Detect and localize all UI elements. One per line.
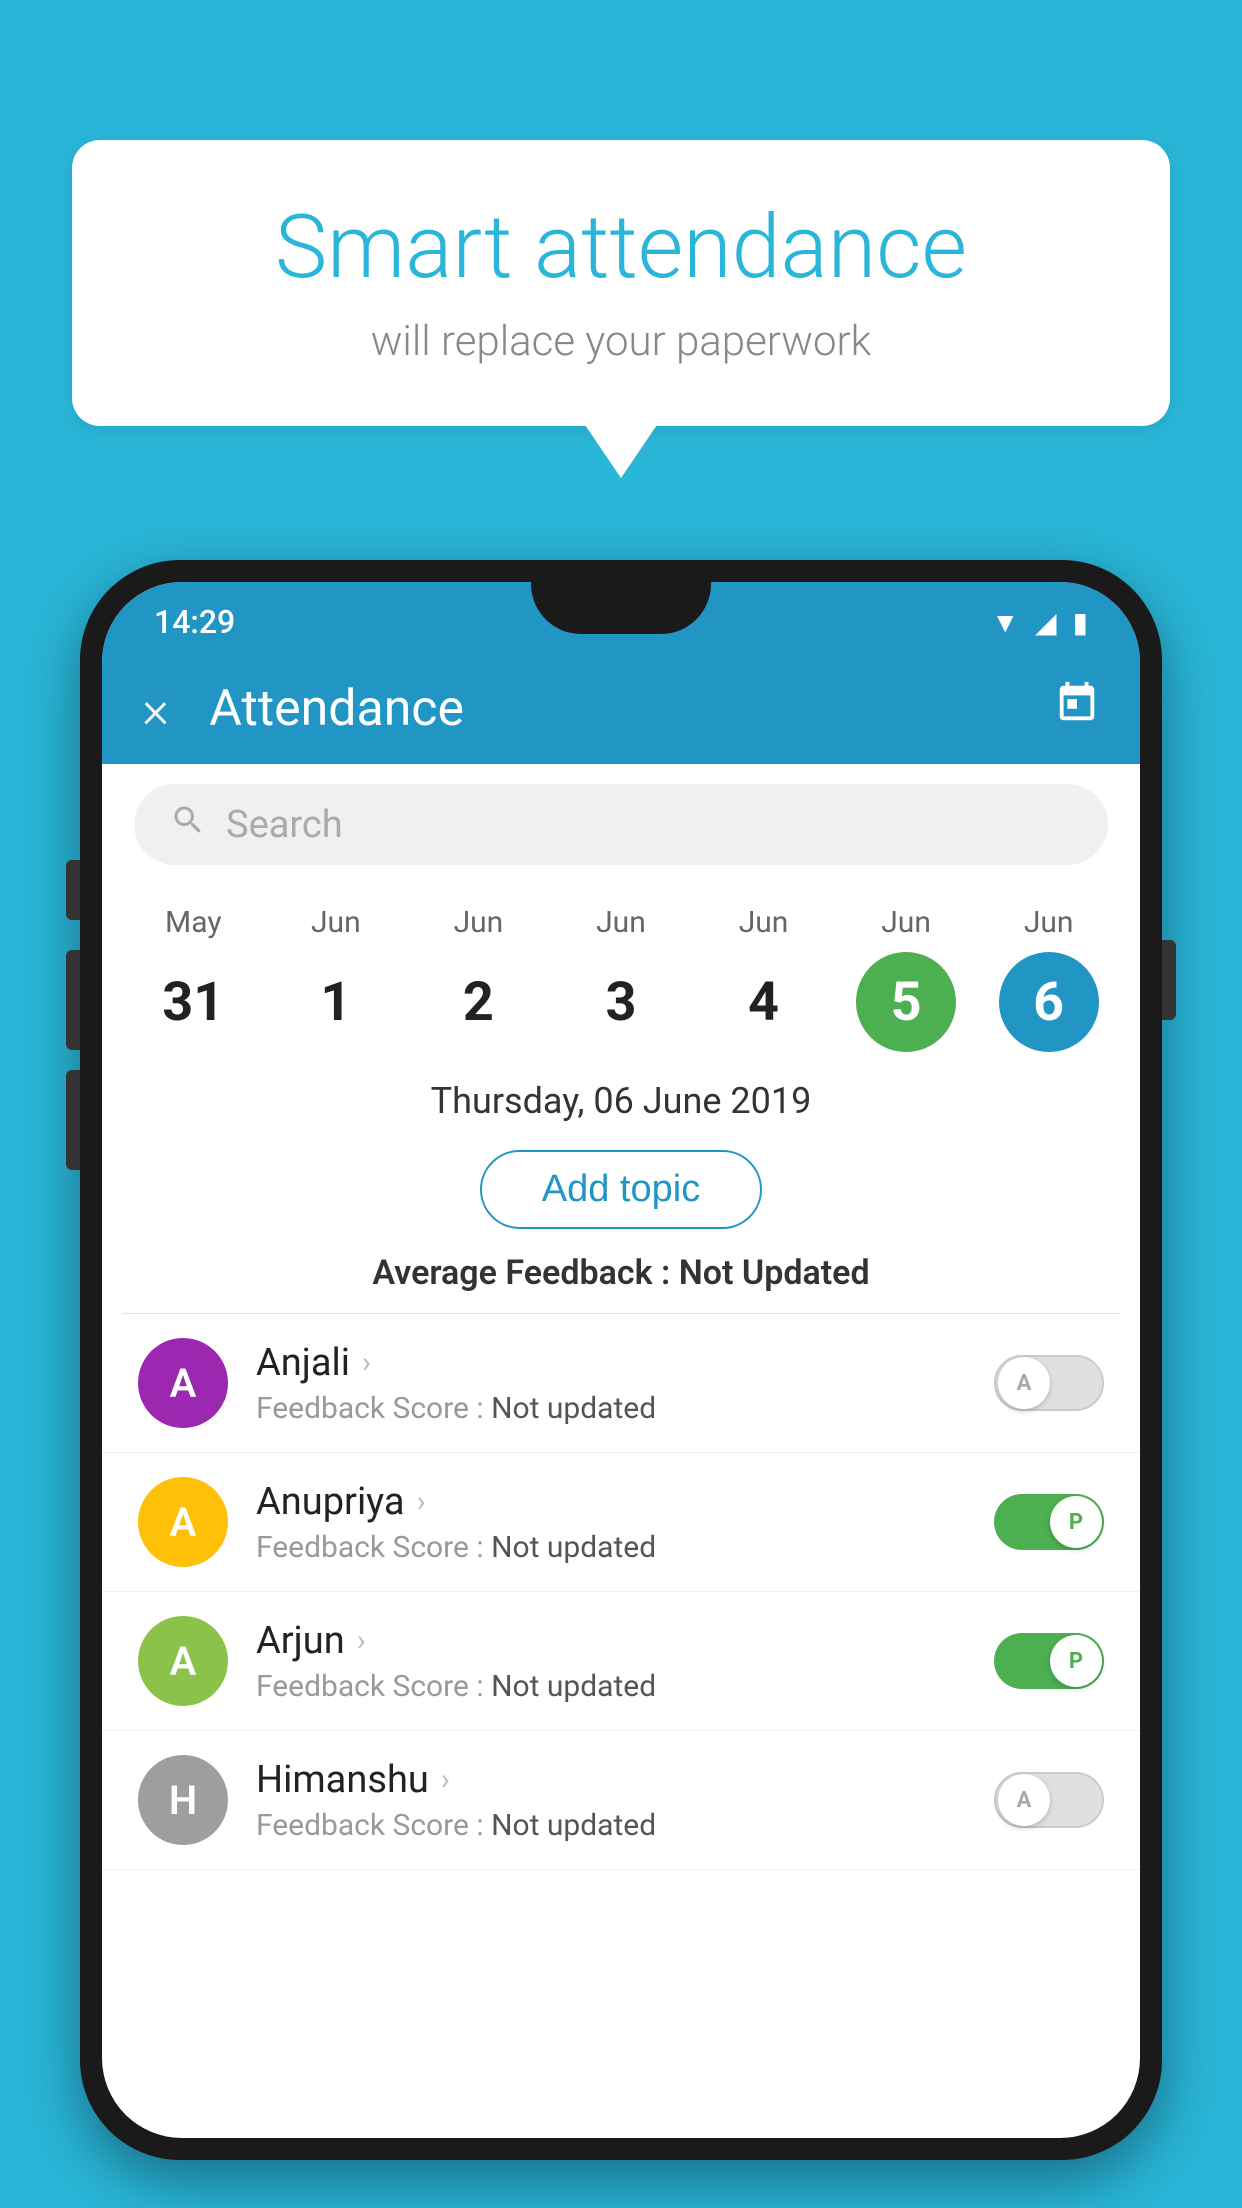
day-month: May — [165, 905, 221, 940]
attendance-toggle[interactable]: P — [994, 1494, 1104, 1550]
day-number: 1 — [286, 952, 386, 1052]
day-month: Jun — [454, 905, 504, 940]
student-name: Anjali › — [256, 1341, 994, 1385]
day-number: 3 — [571, 952, 671, 1052]
avatar: A — [138, 1338, 228, 1428]
attendance-toggle[interactable]: P — [994, 1633, 1104, 1689]
toggle-thumb: P — [1050, 1496, 1102, 1548]
search-bar[interactable]: Search — [134, 784, 1108, 865]
speech-bubble: Smart attendance will replace your paper… — [72, 140, 1170, 426]
day-month: Jun — [739, 905, 789, 940]
student-feedback: Feedback Score : Not updated — [256, 1391, 994, 1426]
toggle-thumb: A — [998, 1774, 1050, 1826]
day-month: Jun — [1024, 905, 1074, 940]
student-item[interactable]: A Arjun › Feedback Score : Not updated P — [102, 1592, 1140, 1731]
calendar-day[interactable]: Jun 2 — [418, 905, 538, 1052]
attendance-toggle[interactable]: A — [994, 1355, 1104, 1411]
student-feedback: Feedback Score : Not updated — [256, 1530, 994, 1565]
student-feedback: Feedback Score : Not updated — [256, 1808, 994, 1843]
status-icons: ▼ ◢ ▮ — [991, 606, 1088, 639]
day-number: 4 — [714, 952, 814, 1052]
calendar-day[interactable]: Jun 6 — [989, 905, 1109, 1052]
student-item[interactable]: H Himanshu › Feedback Score : Not updatedA — [102, 1731, 1140, 1870]
day-number: 31 — [143, 952, 243, 1052]
student-item[interactable]: AAnjali ›Feedback Score : Not updatedA — [102, 1314, 1140, 1453]
student-name: Arjun › — [256, 1619, 994, 1663]
close-button[interactable]: × — [142, 679, 169, 740]
toggle-wrap[interactable]: A — [994, 1772, 1104, 1828]
phone-frame: 14:29 ▼ ◢ ▮ × Attendance S — [80, 560, 1162, 2160]
day-month: Jun — [881, 905, 931, 940]
battery-icon: ▮ — [1073, 606, 1088, 639]
phone-screen: 14:29 ▼ ◢ ▮ × Attendance S — [102, 582, 1140, 2138]
day-month: Jun — [596, 905, 646, 940]
student-info: Arjun › Feedback Score : Not updated — [256, 1619, 994, 1704]
calendar-day[interactable]: Jun 4 — [704, 905, 824, 1052]
camera-button — [66, 1070, 80, 1170]
toggle-thumb: A — [998, 1357, 1050, 1409]
selected-date: Thursday, 06 June 2019 — [102, 1052, 1140, 1136]
avatar: A — [138, 1616, 228, 1706]
toggle-thumb: P — [1050, 1635, 1102, 1687]
student-item[interactable]: A Anupriya › Feedback Score : Not updated P — [102, 1453, 1140, 1592]
day-number: 2 — [428, 952, 528, 1052]
calendar-day[interactable]: Jun 1 — [276, 905, 396, 1052]
bubble-title: Smart attendance — [152, 200, 1090, 297]
day-number: 5 — [856, 952, 956, 1052]
phone-notch — [531, 582, 711, 634]
chevron-icon: › — [441, 1762, 450, 1797]
student-list: AAnjali ›Feedback Score : Not updatedAAA… — [102, 1314, 1140, 1870]
volume-up-button — [66, 860, 80, 920]
add-topic-button[interactable]: Add topic — [480, 1150, 762, 1229]
calendar-day[interactable]: Jun 3 — [561, 905, 681, 1052]
student-info: Anjali › Feedback Score : Not updated — [256, 1341, 994, 1426]
day-number: 6 — [999, 952, 1099, 1052]
app-bar: × Attendance — [102, 654, 1140, 764]
app-bar-title: Attendance — [209, 680, 1054, 738]
avg-feedback-value: Not Updated — [679, 1253, 870, 1293]
avatar: A — [138, 1477, 228, 1567]
toggle-wrap[interactable]: A — [994, 1355, 1104, 1411]
toggle-wrap[interactable]: P — [994, 1633, 1104, 1689]
chevron-icon: › — [362, 1345, 371, 1380]
day-month: Jun — [311, 905, 361, 940]
student-feedback: Feedback Score : Not updated — [256, 1669, 994, 1704]
search-input[interactable]: Search — [226, 803, 343, 847]
status-time: 14:29 — [154, 603, 235, 641]
student-info: Anupriya › Feedback Score : Not updated — [256, 1480, 994, 1565]
power-button — [1162, 940, 1176, 1020]
average-feedback: Average Feedback : Not Updated — [102, 1243, 1140, 1313]
volume-down-button — [66, 950, 80, 1050]
signal-icon: ◢ — [1035, 606, 1057, 639]
student-name: Anupriya › — [256, 1480, 994, 1524]
calendar-strip: May 31 Jun 1 Jun 2 Jun 3 Jun 4 Jun 5 Jun 6 — [102, 885, 1140, 1052]
toggle-wrap[interactable]: P — [994, 1494, 1104, 1550]
student-name: Himanshu › — [256, 1758, 994, 1802]
student-info: Himanshu › Feedback Score : Not updated — [256, 1758, 994, 1843]
calendar-icon[interactable] — [1054, 680, 1100, 738]
chevron-icon: › — [357, 1623, 366, 1658]
wifi-icon: ▼ — [991, 606, 1019, 639]
calendar-day[interactable]: May 31 — [133, 905, 253, 1052]
speech-bubble-container: Smart attendance will replace your paper… — [72, 140, 1170, 426]
avatar: H — [138, 1755, 228, 1845]
chevron-icon: › — [417, 1484, 426, 1519]
avg-feedback-label: Average Feedback : — [372, 1253, 678, 1293]
calendar-day[interactable]: Jun 5 — [846, 905, 966, 1052]
search-icon — [170, 802, 206, 847]
bubble-subtitle: will replace your paperwork — [152, 317, 1090, 366]
attendance-toggle[interactable]: A — [994, 1772, 1104, 1828]
